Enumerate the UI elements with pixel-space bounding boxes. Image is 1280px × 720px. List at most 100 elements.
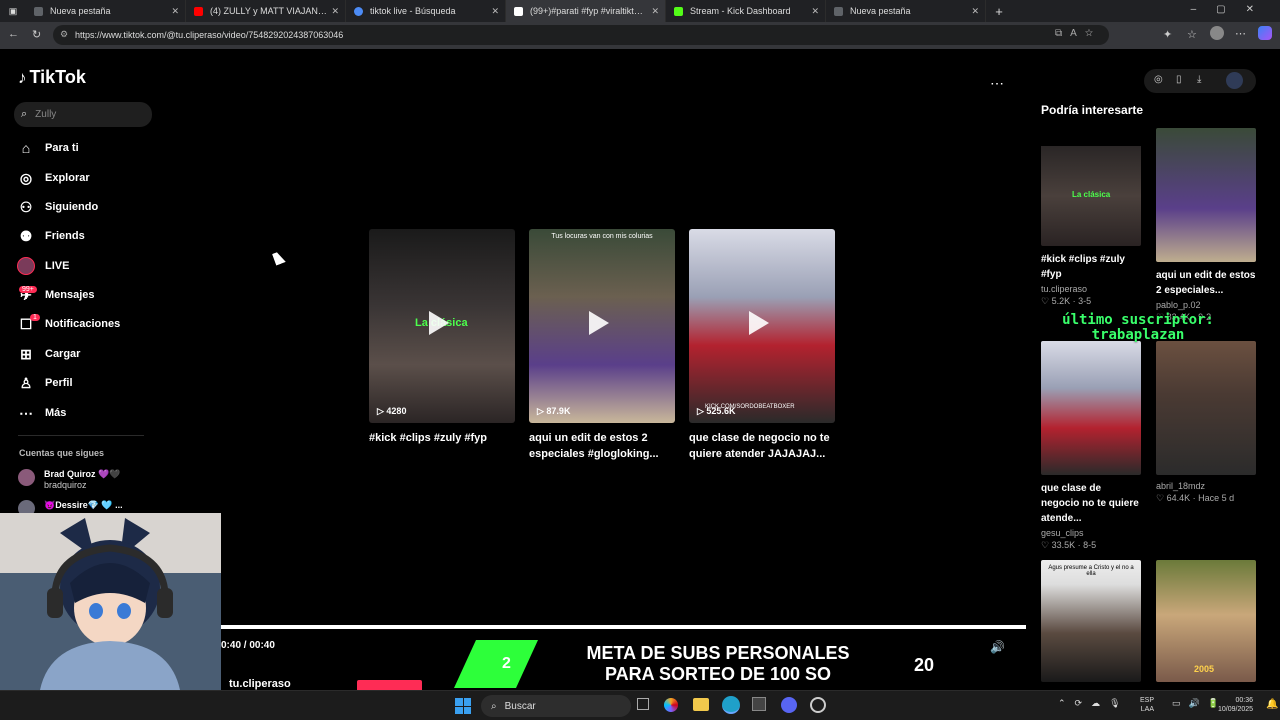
nav-perfil[interactable]: ♙ Perfil (16, 374, 73, 392)
video-card[interactable]: La clásica ▷ 4280 #kick #clips #zuly #fy… (369, 229, 515, 446)
close-tab-icon[interactable]: ✕ (651, 6, 659, 17)
copilot-icon[interactable] (1258, 26, 1272, 40)
nav-cargar[interactable]: ⊞ Cargar (16, 345, 80, 363)
play-icon (429, 311, 449, 335)
notifications-icon[interactable]: 🔔 (1266, 699, 1278, 710)
nav-friends[interactable]: ⚉ Friends (16, 227, 85, 245)
recommended-thumbnail[interactable] (1156, 341, 1256, 475)
nav-label: Mensajes (45, 289, 95, 301)
video-author: tu.cliperaso (229, 678, 291, 690)
browser-tab-active[interactable]: (99+)#parati #fyp #viraltiktok # ✕ (506, 0, 666, 22)
divider (18, 435, 144, 436)
back-icon[interactable]: ← (8, 28, 19, 40)
follow-button[interactable] (357, 680, 422, 690)
video-card[interactable]: KICK.COM/SORDOBEATBOXER ▷ 525.6K que cla… (689, 229, 835, 462)
address-actions-icon[interactable]: ⧉A☆ (1055, 28, 1101, 39)
task-view-icon[interactable] (637, 698, 649, 710)
video-thumbnail[interactable]: KICK.COM/SORDOBEATBOXER ▷ 525.6K (689, 229, 835, 423)
copilot-app-icon[interactable] (664, 698, 678, 712)
video-thumbnail[interactable]: Tus locuras van con mis colurias ▷ 87.9K (529, 229, 675, 423)
taskbar-search[interactable]: ⌕ Buscar (481, 695, 631, 717)
subs-current: 2 (502, 655, 511, 672)
discord-icon[interactable] (781, 697, 797, 713)
nav-label: Siguiendo (45, 201, 99, 213)
more-icon: ⋯ (19, 404, 33, 421)
browser-tab[interactable]: tiktok live - Búsqueda ✕ (346, 0, 506, 22)
subs-goal-target: 20 (914, 655, 935, 675)
file-explorer-icon[interactable] (693, 698, 709, 711)
browser-tab[interactable]: Nueva pestaña ✕ (826, 0, 986, 22)
more-options-icon[interactable]: ⋯ (990, 75, 1004, 92)
nav-para-ti[interactable]: ⌂ Para ti (16, 139, 79, 157)
steam-icon[interactable] (810, 697, 826, 713)
profile-avatar[interactable] (1210, 26, 1224, 40)
recommended-card[interactable]: 2005 (1156, 560, 1256, 682)
clock[interactable]: 00:36 10/09/2025 (1218, 696, 1253, 714)
thumbnail-overlay-text: Agus presume a Cristo y el no a ella (1048, 565, 1134, 577)
window-controls[interactable]: –▢✕ (1191, 4, 1274, 15)
recommended-caption: aqui un edit de estos 2 especiales... (1156, 270, 1256, 296)
kick-favicon (674, 6, 683, 16)
nav-mas[interactable]: ⋯ Más (16, 404, 66, 422)
new-tab-icon[interactable]: + (986, 4, 1012, 19)
close-tab-icon[interactable]: ✕ (331, 6, 339, 17)
tab-actions-icon[interactable]: ▣ (0, 0, 26, 22)
close-tab-icon[interactable]: ✕ (971, 6, 979, 17)
subs-goal-text: META DE SUBS PERSONALES PARA SORTEO DE 1… (548, 643, 888, 685)
favorites-icon[interactable]: ☆ (1187, 28, 1197, 41)
edge-icon[interactable] (722, 696, 740, 714)
tiktok-logo[interactable]: ♪ TikTok (18, 67, 86, 88)
recommended-stats: ♡ 5.2K · 3-5 (1041, 296, 1092, 306)
store-icon[interactable] (752, 697, 766, 711)
nav-siguiendo[interactable]: ⚇ Siguiendo (16, 198, 98, 216)
windows-taskbar: ⌕ Buscar ⌃⟳☁🎙 ESP LAA ▭🔊🔋 00:36 10/09/2025… (0, 690, 1280, 720)
input-language[interactable]: ESP LAA (1140, 696, 1154, 714)
browser-tab[interactable]: Nueva pestaña ✕ (26, 0, 186, 22)
tab-title: Stream - Kick Dashboard (690, 6, 791, 16)
menu-icon[interactable]: ⋯ (1235, 27, 1246, 40)
recommended-card[interactable]: abril_18mdz ♡ 64.4K · Hace 5 d (1156, 341, 1256, 504)
browser-tab[interactable]: Stream - Kick Dashboard ✕ (666, 0, 826, 22)
video-card[interactable]: Tus locuras van con mis colurias ▷ 87.9K… (529, 229, 675, 462)
download-icon[interactable]: ⤓ (1197, 74, 1201, 85)
tray-icons[interactable]: ⌃⟳☁🎙 (1058, 698, 1130, 709)
recommended-card[interactable]: que clase de negocio no te quiere atende… (1041, 341, 1141, 551)
compass-small-icon[interactable]: ◎ (1154, 74, 1163, 85)
recommended-thumbnail[interactable] (1156, 128, 1256, 262)
nav-label: Notificaciones (45, 318, 121, 330)
nav-label: Cargar (45, 348, 81, 360)
recommended-thumbnail[interactable]: 2005 (1156, 560, 1256, 682)
close-tab-icon[interactable]: ✕ (491, 6, 499, 17)
avatar-icon[interactable] (1226, 72, 1243, 89)
thumbnail-overlay-text: La clásica (1072, 190, 1111, 199)
recommended-card[interactable]: aqui un edit de estos 2 especiales... pa… (1156, 128, 1256, 323)
recommended-thumbnail[interactable]: La clásica (1041, 128, 1141, 246)
nav-explorar[interactable]: ◎ Explorar (16, 169, 90, 187)
volume-icon[interactable]: 🔊 (990, 640, 1005, 654)
site-info-icon[interactable]: ⚙ (60, 29, 68, 40)
video-time: 0:40 / 00:40 (221, 640, 275, 651)
close-tab-icon[interactable]: ✕ (171, 6, 179, 17)
nav-live[interactable]: LIVE (16, 257, 69, 275)
recommended-thumbnail[interactable] (1041, 341, 1141, 475)
reload-icon[interactable]: ↻ (32, 28, 41, 41)
video-caption: #kick #clips #zuly #fyp (369, 432, 488, 444)
recommended-thumbnail[interactable]: Agus presume a Cristo y el no a ella (1041, 560, 1141, 682)
view-count: ▷ 87.9K (537, 406, 571, 416)
close-tab-icon[interactable]: ✕ (811, 6, 819, 17)
windows-start-icon[interactable] (455, 698, 471, 714)
video-progress-bar[interactable] (221, 625, 1026, 629)
nav-label: Perfil (45, 377, 73, 389)
following-account[interactable]: Brad Quiroz 💜🖤 bradquiroz (18, 469, 120, 491)
extensions-icon[interactable]: ✦ (1163, 28, 1172, 41)
video-thumbnail[interactable]: La clásica ▷ 4280 (369, 229, 515, 423)
search-input[interactable]: ⌕ Zully (14, 102, 152, 127)
recommended-card[interactable]: La clásica #kick #clips #zuly #fyp tu.cl… (1041, 128, 1141, 307)
browser-tab[interactable]: (4) ZULLY y MATT VIAJANDO JUN✕ (186, 0, 346, 22)
recommended-caption: #kick #clips #zuly #fyp (1041, 254, 1125, 280)
profile-icon: ♙ (19, 374, 33, 391)
phone-icon[interactable]: ▯ (1176, 74, 1182, 85)
recommended-card[interactable]: Agus presume a Cristo y el no a ella (1041, 560, 1141, 682)
anime-avatar-image (0, 513, 221, 690)
url-field[interactable]: ⚙ https://www.tiktok.com/@tu.cliperaso/v… (53, 25, 1109, 45)
